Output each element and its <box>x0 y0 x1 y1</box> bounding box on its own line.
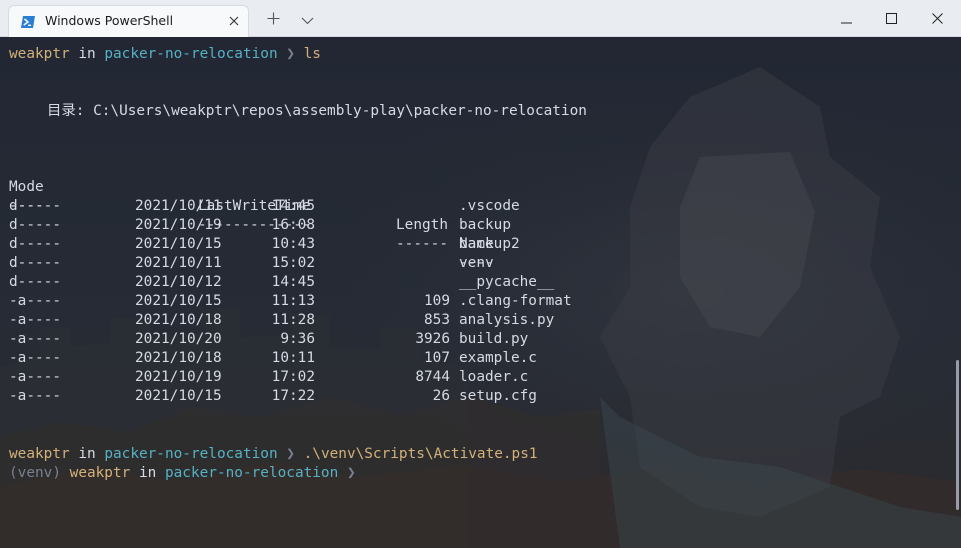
table-row: -a---- 2021/10/19 17:02 8744 loader.c <box>9 368 949 387</box>
prompt-in: in <box>138 465 157 481</box>
venv-indicator: (venv) <box>9 465 61 481</box>
table-row: d----- 2021/10/19 16:08 backup <box>9 216 949 235</box>
prompt-arrow: ❯ <box>346 465 356 481</box>
cell-time: 16:08 <box>271 217 315 233</box>
cell-time: 14:45 <box>271 198 315 214</box>
prompt-in: in <box>78 46 96 62</box>
scrollbar[interactable] <box>956 360 959 510</box>
window-close-button[interactable] <box>914 0 960 37</box>
new-tab-button[interactable] <box>260 7 286 31</box>
directory-line: 目录: C:\Users\weakptr\repos\assembly-play… <box>47 102 587 121</box>
table-row: -a---- 2021/10/20 9:36 3926 build.py <box>9 330 949 349</box>
cell-name: loader.c <box>459 369 529 385</box>
table-row: -a---- 2021/10/15 11:13 109 .clang-format <box>9 292 949 311</box>
title-bar[interactable]: Windows PowerShell <box>0 0 961 37</box>
window-close-icon <box>931 9 943 28</box>
minimize-icon <box>840 9 852 28</box>
cell-name: example.c <box>459 350 537 366</box>
cell-time: 15:02 <box>271 255 315 271</box>
cell-length: 8744 <box>415 369 450 385</box>
cell-name: backup <box>459 217 511 233</box>
listing-underline: ---- ------------- ------ ---- <box>9 178 949 271</box>
terminal-area[interactable]: weakptr in packer-no-relocation ❯ ls 目录:… <box>0 37 961 548</box>
table-row: d----- 2021/10/15 10:43 backup2 <box>9 235 949 254</box>
cell-name: setup.cfg <box>459 388 537 404</box>
minimize-button[interactable] <box>823 0 869 37</box>
prompt-command: ls <box>303 46 321 62</box>
table-row: -a---- 2021/10/18 11:28 853 analysis.py <box>9 311 949 330</box>
powershell-icon <box>20 14 36 28</box>
cell-name: __pycache__ <box>459 274 555 290</box>
close-icon[interactable] <box>225 12 243 30</box>
prompt-arrow: ❯ <box>286 46 295 62</box>
prompt-directory: packer-no-relocation <box>104 46 278 62</box>
prompt-command: .\venv\Scripts\Activate.ps1 <box>303 446 538 462</box>
cell-name: .vscode <box>459 198 520 214</box>
table-row: -a---- 2021/10/15 17:22 26 setup.cfg <box>9 387 949 406</box>
cell-length: 3926 <box>415 331 450 347</box>
maximize-icon <box>885 9 897 28</box>
prompt-user: weakptr <box>9 46 70 62</box>
prompt-line-2: weakptr in packer-no-relocation ❯ .\venv… <box>9 445 538 464</box>
directory-path: C:\Users\weakptr\repos\assembly-play\pac… <box>93 103 587 119</box>
cell-length: 107 <box>424 350 450 366</box>
prompt-directory: packer-no-relocation <box>164 465 339 481</box>
cell-name: venv <box>459 255 494 271</box>
prompt-line-3[interactable]: (venv) weakptr in packer-no-relocation ❯ <box>9 464 356 483</box>
prompt-user: weakptr <box>9 446 70 462</box>
cell-time: 10:43 <box>271 236 315 252</box>
chevron-down-icon <box>301 10 314 29</box>
powershell-window: Windows PowerShell weakptr in packer-no-… <box>0 0 961 548</box>
prompt-directory: packer-no-relocation <box>104 446 278 462</box>
tab-windows-powershell[interactable]: Windows PowerShell <box>8 5 249 37</box>
cell-name: backup2 <box>459 236 520 252</box>
listing-header: Mode LastWriteTime Length Name <box>9 159 949 252</box>
table-row: d----- 2021/10/12 14:45 __pycache__ <box>9 273 949 292</box>
prompt-line-1: weakptr in packer-no-relocation ❯ ls <box>9 45 321 64</box>
prompt-arrow: ❯ <box>286 446 295 462</box>
table-row: d----- 2021/10/11 14:45 .vscode <box>9 197 949 216</box>
plus-icon <box>267 10 280 29</box>
cell-length: 109 <box>424 293 450 309</box>
cell-name: .clang-format <box>459 293 572 309</box>
prompt-user: weakptr <box>69 465 131 481</box>
cell-length: 853 <box>424 312 450 328</box>
cell-name: analysis.py <box>459 312 555 328</box>
cell-name: build.py <box>459 331 529 347</box>
cell-length: 26 <box>432 388 450 404</box>
table-row: d----- 2021/10/11 15:02 venv <box>9 254 949 273</box>
prompt-in: in <box>78 446 96 462</box>
dropdown-button[interactable] <box>294 7 320 31</box>
maximize-button[interactable] <box>868 0 914 37</box>
tab-title: Windows PowerShell <box>45 13 174 28</box>
table-row: -a---- 2021/10/18 10:11 107 example.c <box>9 349 949 368</box>
cell-time: 14:45 <box>271 274 315 290</box>
directory-label: 目录: <box>47 103 94 119</box>
